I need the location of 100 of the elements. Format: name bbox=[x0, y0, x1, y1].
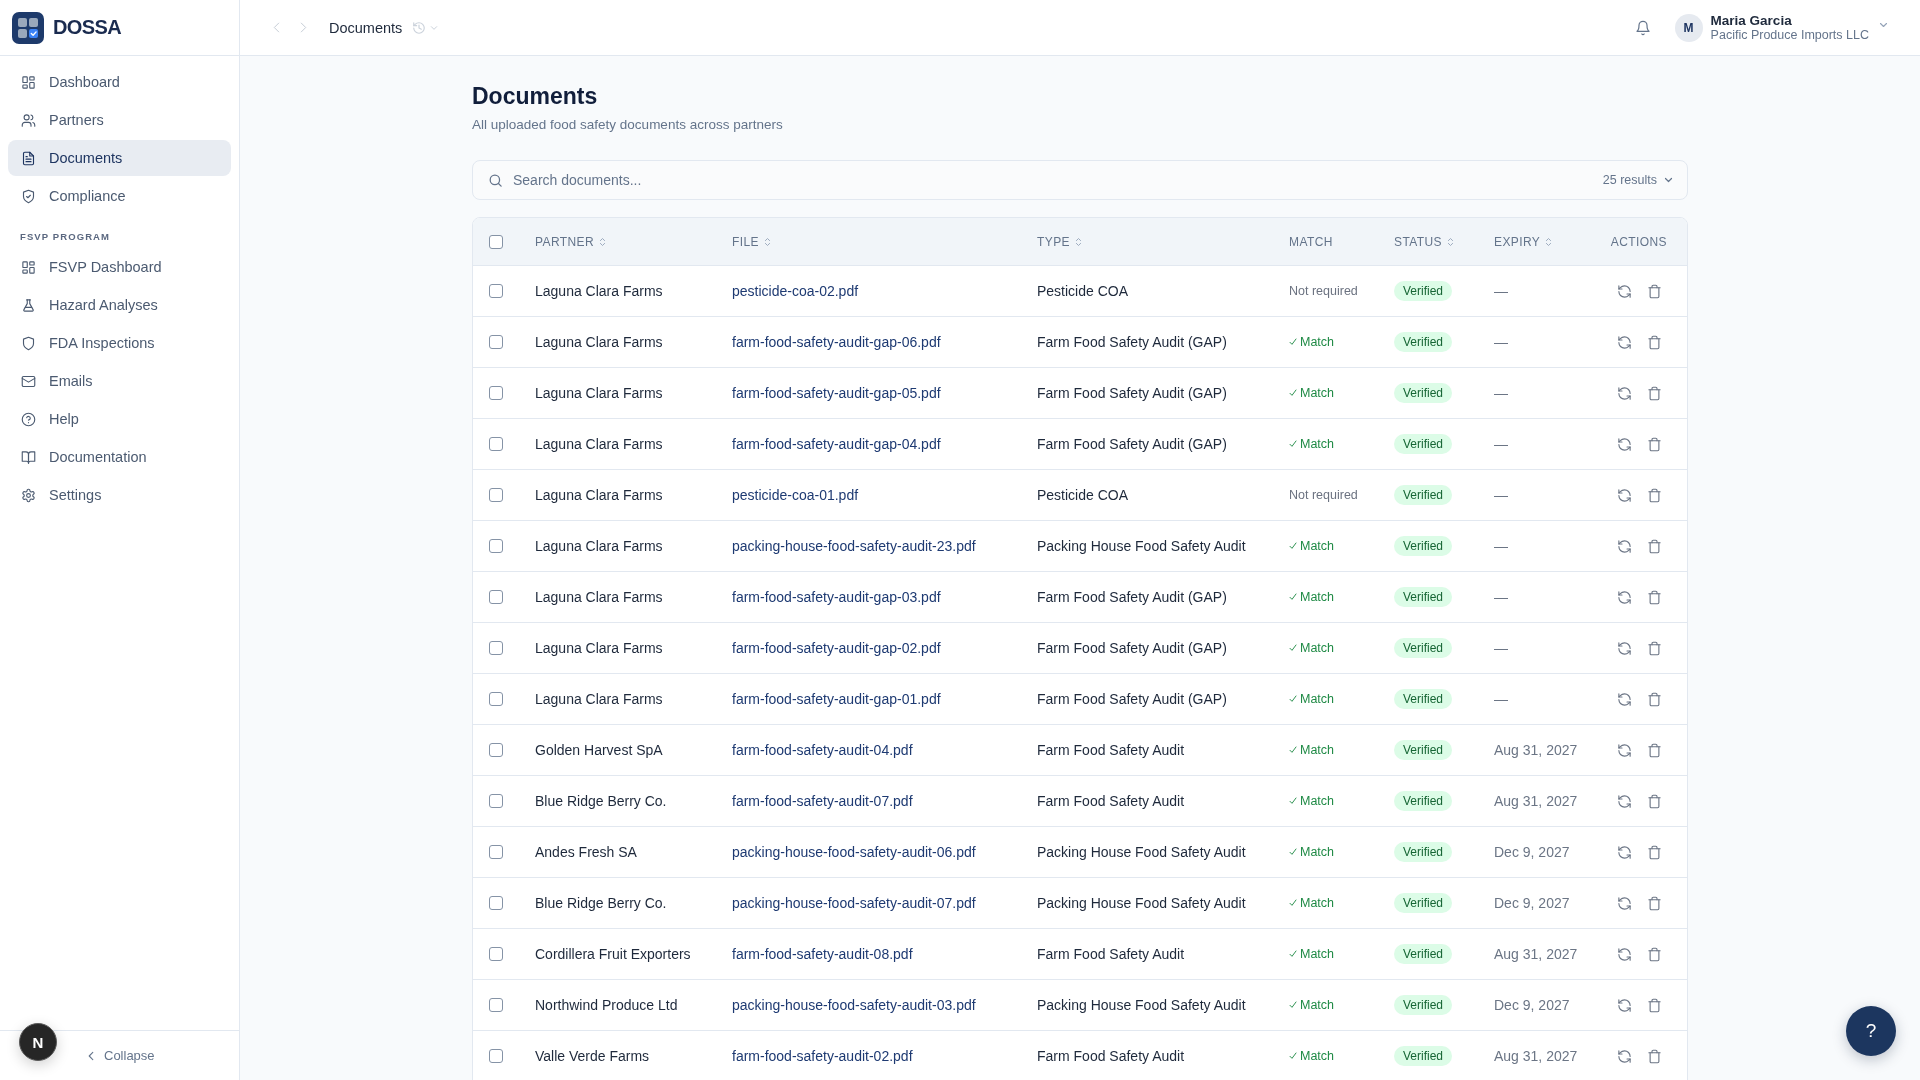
sidebar-item[interactable]: FSVP Dashboard bbox=[8, 249, 231, 285]
file-link[interactable]: farm-food-safety-audit-08.pdf bbox=[732, 946, 913, 962]
trash-icon[interactable] bbox=[1647, 691, 1662, 707]
file-link[interactable]: farm-food-safety-audit-04.pdf bbox=[732, 742, 913, 758]
file-link[interactable]: farm-food-safety-audit-gap-05.pdf bbox=[732, 385, 941, 401]
refresh-icon[interactable] bbox=[1617, 589, 1632, 605]
file-link[interactable]: pesticide-coa-02.pdf bbox=[732, 283, 859, 299]
sidebar-item[interactable]: Documentation bbox=[8, 439, 231, 475]
refresh-icon[interactable] bbox=[1617, 844, 1632, 860]
file-link[interactable]: pesticide-coa-01.pdf bbox=[732, 487, 859, 503]
search-input[interactable]: Search documents... bbox=[513, 165, 1591, 195]
sidebar-item[interactable]: FDA Inspections bbox=[8, 325, 231, 361]
trash-icon[interactable] bbox=[1647, 895, 1662, 911]
table-cell: Farm Food Safety Audit (GAP) bbox=[1037, 436, 1227, 452]
file-link[interactable]: farm-food-safety-audit-gap-06.pdf bbox=[732, 334, 941, 350]
column-header[interactable]: FILE bbox=[732, 234, 771, 249]
file-link[interactable]: packing-house-food-safety-audit-06.pdf bbox=[732, 844, 976, 860]
sidebar-item[interactable]: Emails bbox=[8, 363, 231, 399]
trash-icon[interactable] bbox=[1647, 997, 1662, 1013]
trash-icon[interactable] bbox=[1647, 334, 1662, 350]
status-badge: Verified bbox=[1394, 995, 1453, 1015]
collapse-button[interactable]: Collapse bbox=[84, 1046, 159, 1065]
sidebar-item[interactable]: Hazard Analyses bbox=[8, 287, 231, 323]
file-link[interactable]: packing-house-food-safety-audit-23.pdf bbox=[732, 538, 976, 554]
status-badge: Verified bbox=[1394, 842, 1453, 862]
column-header[interactable]: EXPIRY bbox=[1494, 234, 1553, 249]
table-cell: — bbox=[1494, 640, 1508, 656]
check-icon bbox=[1289, 746, 1297, 754]
table-cell: Laguna Clara Farms bbox=[535, 640, 663, 656]
trash-icon[interactable] bbox=[1647, 742, 1662, 758]
checkbox[interactable] bbox=[489, 641, 503, 655]
file-link[interactable]: farm-food-safety-audit-gap-04.pdf bbox=[732, 436, 941, 452]
bell-icon[interactable] bbox=[1634, 19, 1651, 36]
refresh-icon[interactable] bbox=[1617, 895, 1632, 911]
refresh-icon[interactable] bbox=[1617, 334, 1632, 350]
trash-icon[interactable] bbox=[1647, 946, 1662, 962]
column-header[interactable]: TYPE bbox=[1037, 234, 1082, 249]
refresh-icon[interactable] bbox=[1617, 640, 1632, 656]
checkbox[interactable] bbox=[489, 335, 503, 349]
search-icon bbox=[488, 172, 503, 188]
refresh-icon[interactable] bbox=[1617, 946, 1632, 962]
refresh-icon[interactable] bbox=[1617, 1048, 1632, 1064]
sidebar-item[interactable]: Settings bbox=[8, 477, 231, 513]
refresh-icon[interactable] bbox=[1617, 283, 1632, 299]
trash-icon[interactable] bbox=[1647, 844, 1662, 860]
help-button[interactable]: ? bbox=[1846, 1006, 1896, 1056]
file-link[interactable]: farm-food-safety-audit-07.pdf bbox=[732, 793, 913, 809]
page-title: Documents bbox=[472, 82, 599, 111]
trash-icon[interactable] bbox=[1647, 1048, 1662, 1064]
checkbox[interactable] bbox=[489, 794, 503, 808]
checkbox[interactable] bbox=[489, 947, 503, 961]
trash-icon[interactable] bbox=[1647, 793, 1662, 809]
checkbox[interactable] bbox=[489, 896, 503, 910]
checkbox[interactable] bbox=[489, 539, 503, 553]
refresh-icon[interactable] bbox=[1617, 691, 1632, 707]
checkbox[interactable] bbox=[489, 998, 503, 1012]
checkbox[interactable] bbox=[489, 692, 503, 706]
sidebar-item[interactable]: Partners bbox=[8, 102, 231, 138]
avatar[interactable]: M bbox=[1674, 13, 1703, 42]
sidebar-item[interactable]: Documents bbox=[8, 140, 231, 176]
logo-text: DOSSA bbox=[53, 16, 122, 39]
checkbox[interactable] bbox=[489, 590, 503, 604]
trash-icon[interactable] bbox=[1647, 385, 1662, 401]
column-header[interactable]: PARTNER bbox=[535, 234, 607, 249]
checkbox[interactable] bbox=[489, 743, 503, 757]
caret-icon[interactable] bbox=[1879, 21, 1888, 28]
refresh-icon[interactable] bbox=[1617, 487, 1632, 503]
refresh-icon[interactable] bbox=[1617, 538, 1632, 554]
trash-icon[interactable] bbox=[1647, 487, 1662, 503]
checkbox[interactable] bbox=[489, 437, 503, 451]
sidebar-item[interactable]: Dashboard bbox=[8, 64, 231, 100]
trash-icon[interactable] bbox=[1647, 640, 1662, 656]
file-link[interactable]: farm-food-safety-audit-gap-01.pdf bbox=[732, 691, 941, 707]
checkbox[interactable] bbox=[489, 845, 503, 859]
trash-icon[interactable] bbox=[1647, 283, 1662, 299]
trash-icon[interactable] bbox=[1647, 589, 1662, 605]
sidebar-item[interactable]: Help bbox=[8, 401, 231, 437]
table-cell: — bbox=[1494, 538, 1508, 554]
trash-icon[interactable] bbox=[1647, 436, 1662, 452]
file-link[interactable]: farm-food-safety-audit-02.pdf bbox=[732, 1048, 913, 1064]
sidebar-item[interactable]: Compliance bbox=[8, 178, 231, 214]
column-header[interactable]: STATUS bbox=[1394, 234, 1454, 249]
match-label: Match bbox=[1300, 386, 1335, 400]
checkbox[interactable] bbox=[489, 386, 503, 400]
refresh-icon[interactable] bbox=[1617, 793, 1632, 809]
search-field[interactable]: Search documents... 25 results bbox=[472, 160, 1688, 200]
trash-icon[interactable] bbox=[1647, 538, 1662, 554]
refresh-icon[interactable] bbox=[1617, 742, 1632, 758]
checkbox[interactable] bbox=[489, 284, 503, 298]
results-dropdown[interactable]: 25 results bbox=[1602, 171, 1673, 189]
file-link[interactable]: farm-food-safety-audit-gap-02.pdf bbox=[732, 640, 941, 656]
checkbox[interactable] bbox=[489, 1049, 503, 1063]
refresh-icon[interactable] bbox=[1617, 385, 1632, 401]
file-link[interactable]: farm-food-safety-audit-gap-03.pdf bbox=[732, 589, 941, 605]
select-all-checkbox[interactable] bbox=[489, 234, 503, 249]
file-link[interactable]: packing-house-food-safety-audit-03.pdf bbox=[732, 997, 976, 1013]
file-link[interactable]: packing-house-food-safety-audit-07.pdf bbox=[732, 895, 976, 911]
checkbox[interactable] bbox=[489, 488, 503, 502]
refresh-icon[interactable] bbox=[1617, 997, 1632, 1013]
refresh-icon[interactable] bbox=[1617, 436, 1632, 452]
